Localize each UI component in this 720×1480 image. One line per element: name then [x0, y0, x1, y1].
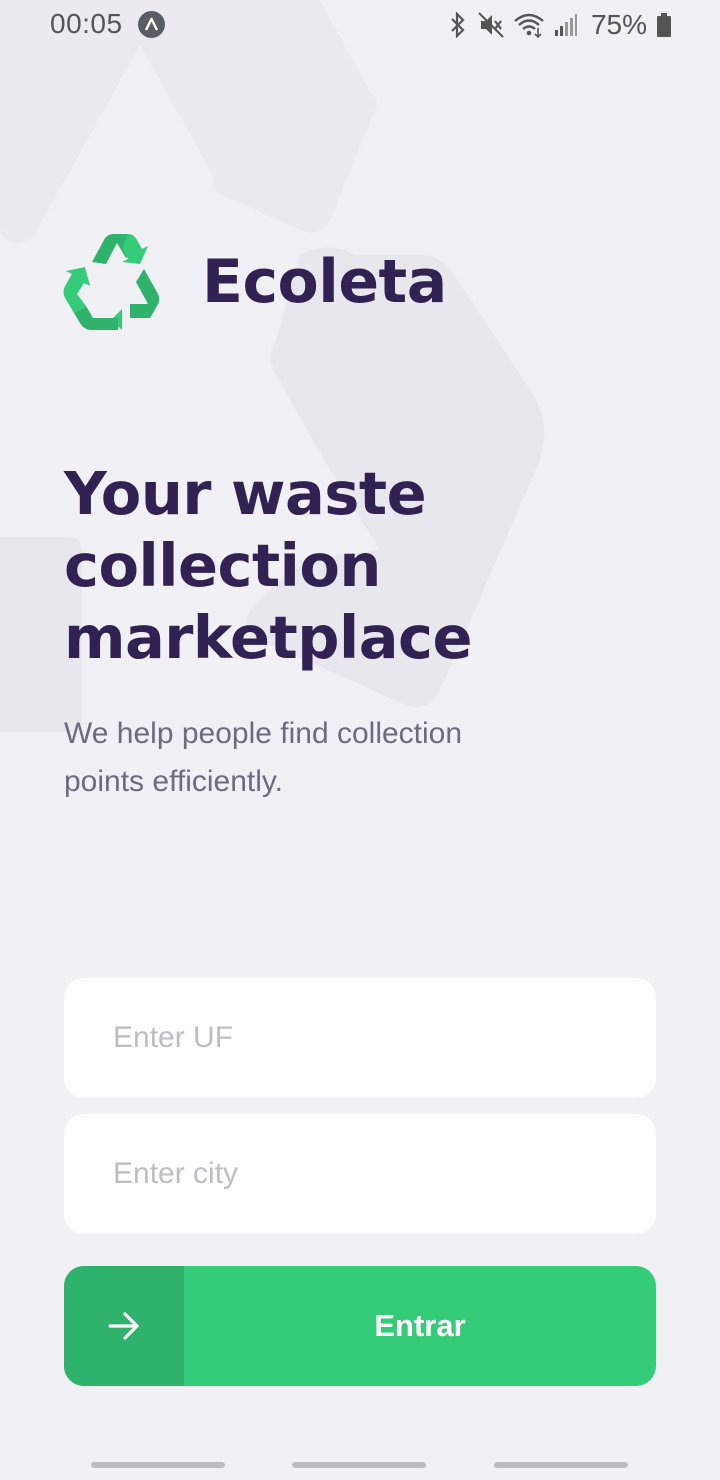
- recent-apps-button[interactable]: [91, 1462, 225, 1468]
- page-title: Your waste collection marketplace: [64, 458, 584, 674]
- battery-icon: [656, 12, 672, 38]
- uf-input[interactable]: [64, 978, 656, 1098]
- title-line: collection: [64, 531, 381, 600]
- title-line: Your waste: [64, 459, 427, 528]
- status-bar: 00:05 75%: [0, 0, 720, 50]
- button-icon-area: [64, 1266, 184, 1386]
- back-button[interactable]: [494, 1462, 628, 1468]
- title-line: marketplace: [64, 603, 473, 672]
- subtitle-line: points efficiently.: [64, 765, 284, 798]
- mute-icon: [478, 12, 504, 38]
- subtitle-line: We help people find collection: [64, 717, 463, 750]
- battery-percentage: 75%: [590, 9, 647, 40]
- recycle-icon: [63, 234, 160, 330]
- enter-button-label: Entrar: [374, 1308, 466, 1343]
- navigation-bar: [0, 1440, 720, 1480]
- home-button[interactable]: [292, 1462, 426, 1468]
- status-time: 00:05: [50, 8, 123, 39]
- signal-icon: [554, 13, 578, 37]
- city-input[interactable]: [64, 1114, 656, 1234]
- enter-button[interactable]: Entrar: [64, 1266, 656, 1386]
- city-field[interactable]: [64, 1114, 656, 1234]
- page-subtitle: We help people find collection points ef…: [64, 710, 524, 806]
- bluetooth-icon: [447, 12, 469, 38]
- status-icons: 75%: [447, 9, 672, 41]
- uf-field[interactable]: [64, 978, 656, 1098]
- app-notification-icon: [138, 11, 165, 38]
- app-logo: Ecoleta: [62, 234, 447, 330]
- arrow-right-icon: [108, 1312, 139, 1340]
- app-name: Ecoleta: [202, 247, 447, 317]
- wifi-icon: [513, 12, 545, 38]
